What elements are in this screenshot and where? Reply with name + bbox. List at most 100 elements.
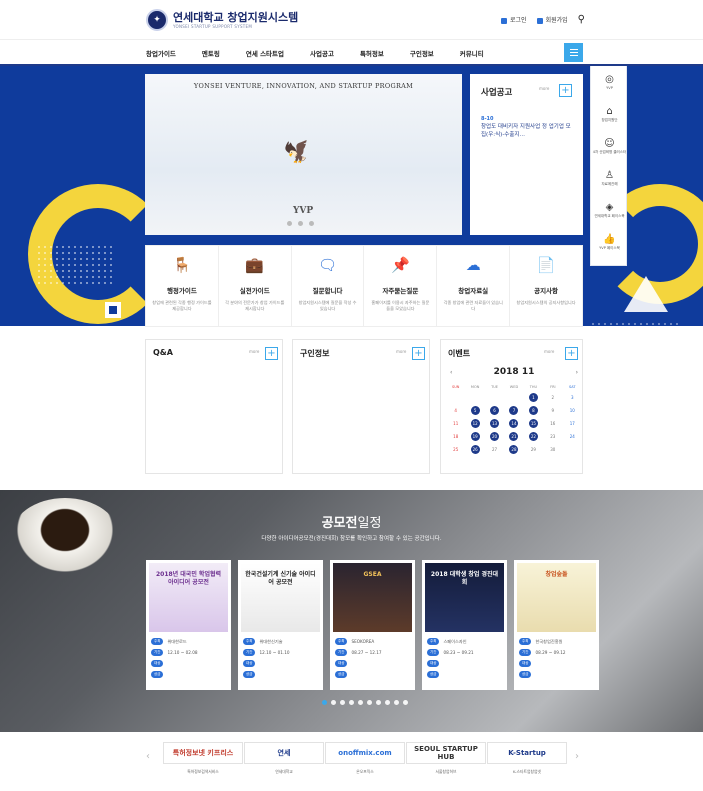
partner-item[interactable]: 특허정보넷 키프리스 특허정보검색서비스: [163, 742, 243, 775]
menu-button[interactable]: [564, 43, 583, 62]
partner-item[interactable]: onoffmix.com 온오프믹스: [325, 742, 405, 775]
search-icon[interactable]: ⚲: [578, 14, 585, 25]
quick-item[interactable]: ♙ 자료에관해: [591, 170, 628, 187]
calendar-day[interactable]: 9: [543, 404, 562, 417]
contest-card[interactable]: GSEA 주최 SEOKOREA 기간 08.27 ~ 12.17 대상 상금: [330, 560, 415, 690]
qa-plus-button[interactable]: +: [265, 347, 278, 360]
partners-next-arrow-icon[interactable]: ›: [575, 751, 579, 762]
join-link[interactable]: 회원가입: [536, 15, 568, 24]
partners-prev-arrow-icon[interactable]: ‹: [146, 751, 150, 762]
hero-slide[interactable]: YONSEI VENTURE, INNOVATION, AND STARTUP …: [145, 74, 462, 235]
card-row: 상금: [243, 671, 259, 678]
card-value: 12.10 ~ 01.10: [259, 650, 290, 655]
pager-dot[interactable]: [403, 700, 408, 705]
calendar-day[interactable]: 27: [485, 443, 504, 456]
pager-dot[interactable]: [385, 700, 390, 705]
quick-item[interactable]: ⌂ 창업지원단: [591, 106, 628, 123]
calendar-day[interactable]: 21: [504, 430, 523, 443]
calendar-day[interactable]: 17: [563, 417, 582, 430]
events-more[interactable]: more: [544, 349, 554, 354]
calendar-day[interactable]: 8: [524, 404, 543, 417]
pager-dot[interactable]: [367, 700, 372, 705]
nav-item[interactable]: 멘토링: [202, 48, 220, 58]
nav-item[interactable]: 특허정보: [360, 48, 384, 58]
main-nav: 창업가이드 멘토링 연세 스타트업 사업공고 특허정보 구인정보 커뮤니티: [0, 40, 703, 66]
calendar-day[interactable]: 10: [563, 404, 582, 417]
calendar-day[interactable]: 30: [543, 443, 562, 456]
pager-dot[interactable]: [349, 700, 354, 705]
nav-item[interactable]: 커뮤니티: [460, 48, 484, 58]
partner-item[interactable]: K-Startup K-스타트업창업넷: [487, 742, 567, 775]
notice-more-link[interactable]: more: [539, 86, 549, 91]
calendar-day[interactable]: 3: [563, 391, 582, 404]
pager-dot[interactable]: [358, 700, 363, 705]
card-row: 주최 위대한로드: [151, 638, 187, 645]
pager-dot[interactable]: [331, 700, 336, 705]
service-item[interactable]: 📌 자주묻는질문 홈페이지를 이용시 자주하는 질문들을 모았습니다: [364, 246, 438, 326]
service-item[interactable]: 🪑 행정가이드 창업에 관련된 각종 행정 가이드를 제공합니다: [146, 246, 219, 326]
calendar-day[interactable]: 15: [524, 417, 543, 430]
calendar-day[interactable]: 4: [446, 404, 465, 417]
quick-item[interactable]: ◈ 연세대학교 페이스북: [591, 202, 628, 219]
calendar-day[interactable]: 24: [563, 430, 582, 443]
calendar-day[interactable]: 26: [465, 443, 484, 456]
pager-dot[interactable]: [394, 700, 399, 705]
calendar-day[interactable]: 2: [543, 391, 562, 404]
calendar-day[interactable]: 12: [465, 417, 484, 430]
notice-item-link[interactable]: 창업도 대비키자 지원사업 정 업기업 모집(우:식)-수출지…: [481, 123, 573, 139]
calendar-day[interactable]: 14: [504, 417, 523, 430]
ribbon-icon: ♙: [605, 170, 614, 181]
weekday-label: SUN: [452, 385, 460, 389]
header: ✦ 연세대학교 창업지원시스템 YONSEI STARTUP SUPPORT S…: [0, 0, 703, 40]
nav-item[interactable]: 사업공고: [310, 48, 334, 58]
service-item[interactable]: 📄 공지사항 창업지원시스템의 공지사항입니다: [510, 246, 582, 326]
calendar-day[interactable]: 23: [543, 430, 562, 443]
calendar-day[interactable]: 18: [446, 430, 465, 443]
calendar-day[interactable]: 11: [446, 417, 465, 430]
calendar-day[interactable]: 7: [504, 404, 523, 417]
nav-item[interactable]: 창업가이드: [146, 48, 176, 58]
notice-plus-button[interactable]: +: [559, 84, 572, 97]
prev-month-button[interactable]: ‹: [450, 369, 452, 376]
calendar-day: [446, 391, 465, 404]
service-item[interactable]: 💼 실전가이드 각 분야의 전문가가 창업 가이드를 제시합니다: [219, 246, 292, 326]
events-plus-button[interactable]: +: [565, 347, 578, 360]
pager-dot[interactable]: [340, 700, 345, 705]
jobs-more[interactable]: more: [396, 349, 406, 354]
calendar-day[interactable]: 13: [485, 417, 504, 430]
quick-item[interactable]: ☺ 4차 산업혁명 클러스터: [591, 138, 628, 155]
jobs-plus-button[interactable]: +: [412, 347, 425, 360]
calendar-day[interactable]: 16: [543, 417, 562, 430]
next-month-button[interactable]: ›: [576, 369, 578, 376]
calendar-day[interactable]: 25: [446, 443, 465, 456]
pager-dot[interactable]: [376, 700, 381, 705]
contest-card[interactable]: 2018년 대국민 학업협력 아이디어 공모전 주최 위대한로드 기간 12.10 ~ …: [146, 560, 231, 690]
calendar-day[interactable]: 20: [485, 430, 504, 443]
calendar-day[interactable]: 22: [524, 430, 543, 443]
poster-text: 2018 대학생 창업 경진대회: [430, 571, 499, 586]
site-logo[interactable]: ✦ 연세대학교 창업지원시스템 YONSEI STARTUP SUPPORT S…: [146, 9, 298, 31]
service-item[interactable]: ☁ 창업자료실 각종 창업에 관련 자료들이 있습니다: [437, 246, 511, 326]
login-link[interactable]: 로그인: [501, 15, 527, 24]
contest-card[interactable]: 2018 대학생 창업 경진대회 주최 스페이스자인 기간 08.23 ~ 09.21 대…: [422, 560, 507, 690]
qa-more[interactable]: more: [249, 349, 259, 354]
quick-item[interactable]: ◎ YVP: [591, 74, 628, 91]
calendar-day[interactable]: 6: [485, 404, 504, 417]
partner-item[interactable]: 연세 연세대학교: [244, 742, 324, 775]
nav-item[interactable]: 연세 스타트업: [246, 48, 284, 58]
calendar-day[interactable]: 29: [524, 443, 543, 456]
service-item[interactable]: 🗨 질문합니다 창업지원시스템에 질문을 작성 수 있습니다: [292, 246, 365, 326]
calendar-day[interactable]: 1: [524, 391, 543, 404]
calendar-day[interactable]: 28: [504, 443, 523, 456]
card-row: 대상: [243, 660, 259, 667]
calendar-day[interactable]: 5: [465, 404, 484, 417]
card-row: 주최 위대한신기술: [243, 638, 283, 645]
contest-card[interactable]: 한국건설기계 신기술 아이디어 공모전 주최 위대한신기술 기간 12.10 ~ 01.…: [238, 560, 323, 690]
nav-item[interactable]: 구인정보: [410, 48, 434, 58]
calendar-day[interactable]: 19: [465, 430, 484, 443]
contest-card[interactable]: 창업숲돌 주최 한국창업진흥원 기간 08.29 ~ 09.12 대상 상금: [514, 560, 599, 690]
quick-item[interactable]: 👍 YVP 페이스북: [591, 234, 628, 251]
pager-dot[interactable]: [322, 700, 327, 705]
partner-item[interactable]: SEOUL STARTUP HUB 서울창업허브: [406, 742, 486, 775]
decor-triangle: [624, 276, 668, 312]
